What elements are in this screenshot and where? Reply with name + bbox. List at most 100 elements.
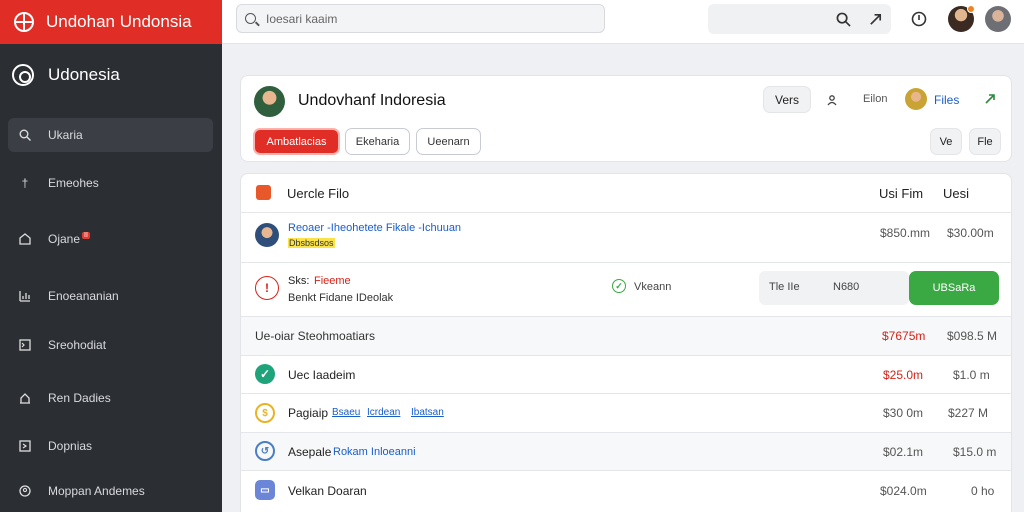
page-title: Undovhanf Indoresia <box>298 92 446 109</box>
row-avatar <box>255 223 279 247</box>
files-prefix: Eilon <box>863 93 888 105</box>
sidebar-item-label: Dopnias <box>48 439 93 453</box>
row-label: Sks: <box>288 275 310 287</box>
column-header-2[interactable]: Uesi <box>943 186 969 201</box>
row-highlight: Dbsbsdsos <box>288 238 335 248</box>
table-row[interactable]: ↺ Asepale Rokam Inloeanni $02.1m $15.0 m <box>241 433 1011 471</box>
timer-icon[interactable] <box>910 10 928 28</box>
sidebar-item-ojane[interactable]: Ojane II <box>8 222 213 256</box>
files-link[interactable]: Files <box>934 93 959 107</box>
check-icon: ✓ <box>612 279 626 293</box>
sidebar-item-label: Ojane <box>48 232 81 246</box>
row-status-red: Fieeme <box>314 275 351 287</box>
sidebar-heading-label: Udonesia <box>48 65 120 84</box>
expand-icon[interactable] <box>981 90 999 108</box>
row-value-2: $30.00m <box>947 226 994 240</box>
sidebar-item-enoeananian[interactable]: Enoeananian <box>8 279 213 313</box>
search-icon <box>245 13 256 24</box>
header-avatar <box>254 86 285 117</box>
table-row[interactable]: Reoaer -Iheohetete Fikale -Ichuuan Dbsbs… <box>241 213 1011 263</box>
column-header-1[interactable]: Usi Fim <box>879 186 923 201</box>
row-link[interactable]: Rokam Inloeanni <box>333 446 416 458</box>
user-icon[interactable] <box>823 91 841 109</box>
check-circle-icon: ✓ <box>255 364 275 384</box>
row-link-2[interactable]: Icrdean <box>367 407 400 418</box>
row-value-1: $7675m <box>882 329 926 343</box>
share-icon[interactable] <box>866 10 884 28</box>
row-status: Vkeann <box>634 281 672 293</box>
row-title: Ue-oiar Steohmoatiars <box>255 329 376 343</box>
globe-logo-icon <box>14 12 34 32</box>
sidebar-item-moppan-andemes[interactable]: Moppan Andemes <box>8 474 213 508</box>
row-value-1: $25.0m <box>883 368 924 382</box>
row-link-3[interactable]: Ibatsan <box>411 407 444 418</box>
search-icon[interactable] <box>834 10 852 28</box>
sidebar-item-sreohodiat[interactable]: Sreohodiat <box>8 328 213 362</box>
search-placeholder: Ioesari kaaim <box>266 11 338 26</box>
table-row[interactable]: Ue-oiar Steohmoatiars $7675m $098.5 M <box>241 317 1011 356</box>
sidebar-item-label: Enoeananian <box>48 289 119 303</box>
tab-ambatlacias[interactable]: Ambatlacias <box>253 128 340 155</box>
sidebar-item-label: Sreohodiat <box>48 338 107 352</box>
sidebar-item-label: Ukaria <box>48 128 83 142</box>
sidebar-item-emeohes[interactable]: † Emeohes <box>8 166 213 200</box>
sidebar-badge: II <box>82 231 90 239</box>
row-value-1: $02.1m <box>883 445 924 459</box>
row-title-link[interactable]: Reoaer -Iheohetete Fikale -Ichuuan <box>288 222 461 234</box>
table-title: Uercle Filo <box>287 186 350 201</box>
sidebar-item-label: Ren Dadies <box>48 391 111 405</box>
row-value-1: $850.mm <box>880 226 931 240</box>
table-row[interactable]: ✓ Uec Iaadeim $25.0m $1.0 m <box>241 356 1011 394</box>
gear-icon <box>12 64 34 86</box>
table-row-expanded[interactable]: ! Sks: Fieeme Benkt Fidane IDeolak ✓ Vke… <box>241 263 1011 317</box>
chart-icon <box>18 289 32 303</box>
search-icon <box>18 128 32 142</box>
row-value-2: $098.5 M <box>947 329 998 343</box>
row-value-2: $15.0 m <box>953 445 997 459</box>
app-brand[interactable]: Undohan Undonsia <box>0 0 222 44</box>
row-value-1: $30 0m <box>883 406 924 420</box>
file-icon <box>256 185 271 200</box>
row-subtitle: Benkt Fidane IDeolak <box>288 292 394 304</box>
files-avatar <box>905 88 927 110</box>
person-icon <box>18 484 32 498</box>
table-row[interactable]: $ Pagiaip Bsaeu Icrdean Ibatsan $30 0m $… <box>241 394 1011 433</box>
row-value-2: $1.0 m <box>953 368 990 382</box>
link-icon: ↺ <box>255 441 275 461</box>
row-value-2: $227 M <box>948 406 989 420</box>
alert-icon: ! <box>255 276 279 300</box>
row-value-1: $024.0m <box>880 484 927 498</box>
row-value-2: 0 ho <box>971 484 995 498</box>
small-button-fle[interactable]: Fle <box>969 128 1001 155</box>
sidebar-item-label: Moppan Andemes <box>48 484 145 498</box>
profile-avatar[interactable] <box>985 6 1011 32</box>
field-value: N680 <box>833 281 860 293</box>
row-title: Asepale <box>288 445 332 459</box>
table-row[interactable]: ▭ Velkan Doaran $024.0m 0 ho <box>241 471 1011 512</box>
row-link-1[interactable]: Bsaeu <box>332 407 360 418</box>
top-bar: Ioesari kaaim <box>222 0 1024 44</box>
row-detail-field[interactable]: Tle IIe N680 <box>759 271 909 305</box>
tab-ekeharia[interactable]: Ekeharia <box>345 128 410 155</box>
terminal-icon <box>18 338 32 352</box>
field-label: Tle IIe <box>769 281 800 293</box>
app-title: Undohan Undonsia <box>46 12 192 31</box>
row-title: Uec Iaadeim <box>288 368 356 382</box>
sidebar-item-label: Emeohes <box>48 176 99 190</box>
home-icon <box>18 391 32 405</box>
coin-icon: $ <box>255 403 275 423</box>
search-input[interactable]: Ioesari kaaim <box>236 4 605 33</box>
tab-ueenarn[interactable]: Ueenarn <box>416 128 481 155</box>
sidebar-item-dopnias[interactable]: Dopnias <box>8 429 213 463</box>
action-button[interactable]: UBSaRa <box>909 271 999 305</box>
small-button-ve[interactable]: Ve <box>930 128 962 155</box>
pin-icon: † <box>21 176 29 190</box>
row-title: Velkan Doaran <box>288 484 367 498</box>
toolbar-group <box>708 4 891 34</box>
sidebar-item-ukaria[interactable]: Ukaria <box>8 118 213 152</box>
table-header-row: Uercle Filo Usi Fim Uesi <box>241 174 1011 213</box>
caret-icon <box>18 439 32 453</box>
vers-button[interactable]: Vers <box>763 86 811 113</box>
sidebar-item-ren-dadies[interactable]: Ren Dadies <box>8 381 213 415</box>
header-card: Undovhanf Indoresia Vers Eilon Files Amb… <box>240 75 1012 162</box>
